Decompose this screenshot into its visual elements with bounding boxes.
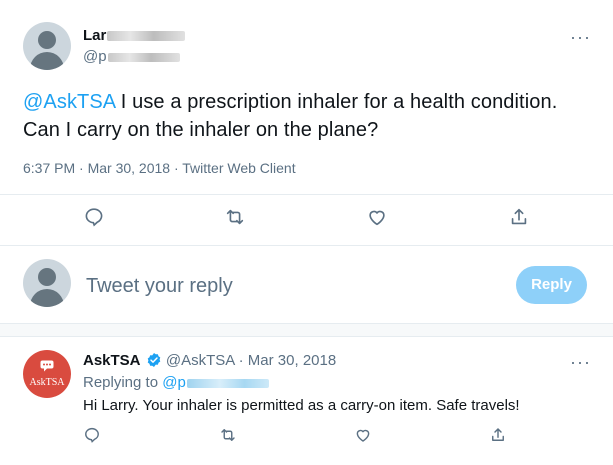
- mention-link[interactable]: @AskTSA: [23, 91, 115, 113]
- author-handle[interactable]: @p: [83, 48, 180, 65]
- reply-input[interactable]: Tweet your reply: [86, 275, 233, 298]
- tweet-text: @AskTSA I use a prescription inhaler for…: [23, 88, 593, 144]
- retweet-action-button[interactable]: [224, 206, 246, 233]
- reply-icon: [85, 427, 99, 443]
- tweet-timestamp[interactable]: 6:37 PM · Mar 30, 2018 · Twitter Web Cli…: [23, 160, 296, 176]
- replying-to-mention[interactable]: @p: [162, 374, 186, 391]
- more-options-button[interactable]: ···: [570, 28, 591, 46]
- like-action-button[interactable]: [354, 426, 372, 449]
- replying-to-label: Replying to: [83, 374, 163, 391]
- section-gap: [0, 324, 613, 336]
- share-action-button[interactable]: [508, 206, 530, 233]
- like-action-button[interactable]: [366, 206, 388, 233]
- reply-header: AskTSA @AskTSA · Mar 30, 2018: [83, 352, 336, 369]
- divider: [0, 245, 613, 246]
- reply-icon: [85, 208, 103, 227]
- verified-badge-icon: [147, 353, 160, 367]
- retweet-icon: [221, 429, 235, 441]
- share-action-button[interactable]: [489, 426, 507, 449]
- avatar-body-shape: [30, 52, 64, 70]
- author-handle-text: @p: [83, 48, 107, 65]
- divider: [0, 336, 613, 337]
- author-name[interactable]: Lar: [83, 27, 186, 44]
- reply-button[interactable]: Reply: [516, 266, 587, 304]
- author-avatar[interactable]: [23, 22, 71, 70]
- redacted-mention: [186, 378, 269, 388]
- reply-action-button[interactable]: [83, 426, 101, 449]
- more-options-icon: ···: [570, 352, 591, 372]
- more-options-icon: ···: [570, 27, 591, 47]
- reply-action-button[interactable]: [83, 206, 105, 233]
- reply-author-handle[interactable]: @AskTSA: [166, 352, 235, 369]
- replying-to: Replying to @p: [83, 374, 269, 391]
- share-icon: [511, 208, 527, 225]
- divider: [0, 194, 613, 195]
- author-name-text: Lar: [83, 27, 107, 44]
- asktsa-avatar-label: AskTSA: [29, 377, 65, 388]
- retweet-action-button[interactable]: [219, 426, 237, 449]
- like-icon: [356, 429, 370, 442]
- avatar-body-shape: [30, 289, 64, 307]
- asktsa-avatar[interactable]: AskTSA: [23, 350, 71, 398]
- reply-date[interactable]: Mar 30, 2018: [248, 352, 336, 369]
- chat-bubble-icon: [40, 360, 54, 372]
- share-icon: [492, 428, 504, 441]
- current-user-avatar: [23, 259, 71, 307]
- redacted-handle: [107, 52, 180, 62]
- separator-dot: ·: [238, 352, 244, 369]
- redacted-name: [107, 31, 186, 42]
- avatar-head-shape: [38, 268, 56, 286]
- like-icon: [369, 210, 385, 226]
- reply-tweet-text: Hi Larry. Your inhaler is permitted as a…: [83, 397, 520, 414]
- avatar-head-shape: [38, 31, 56, 49]
- retweet-icon: [226, 209, 244, 225]
- reply-more-options-button[interactable]: ···: [570, 353, 591, 371]
- reply-author-name[interactable]: AskTSA: [83, 352, 141, 369]
